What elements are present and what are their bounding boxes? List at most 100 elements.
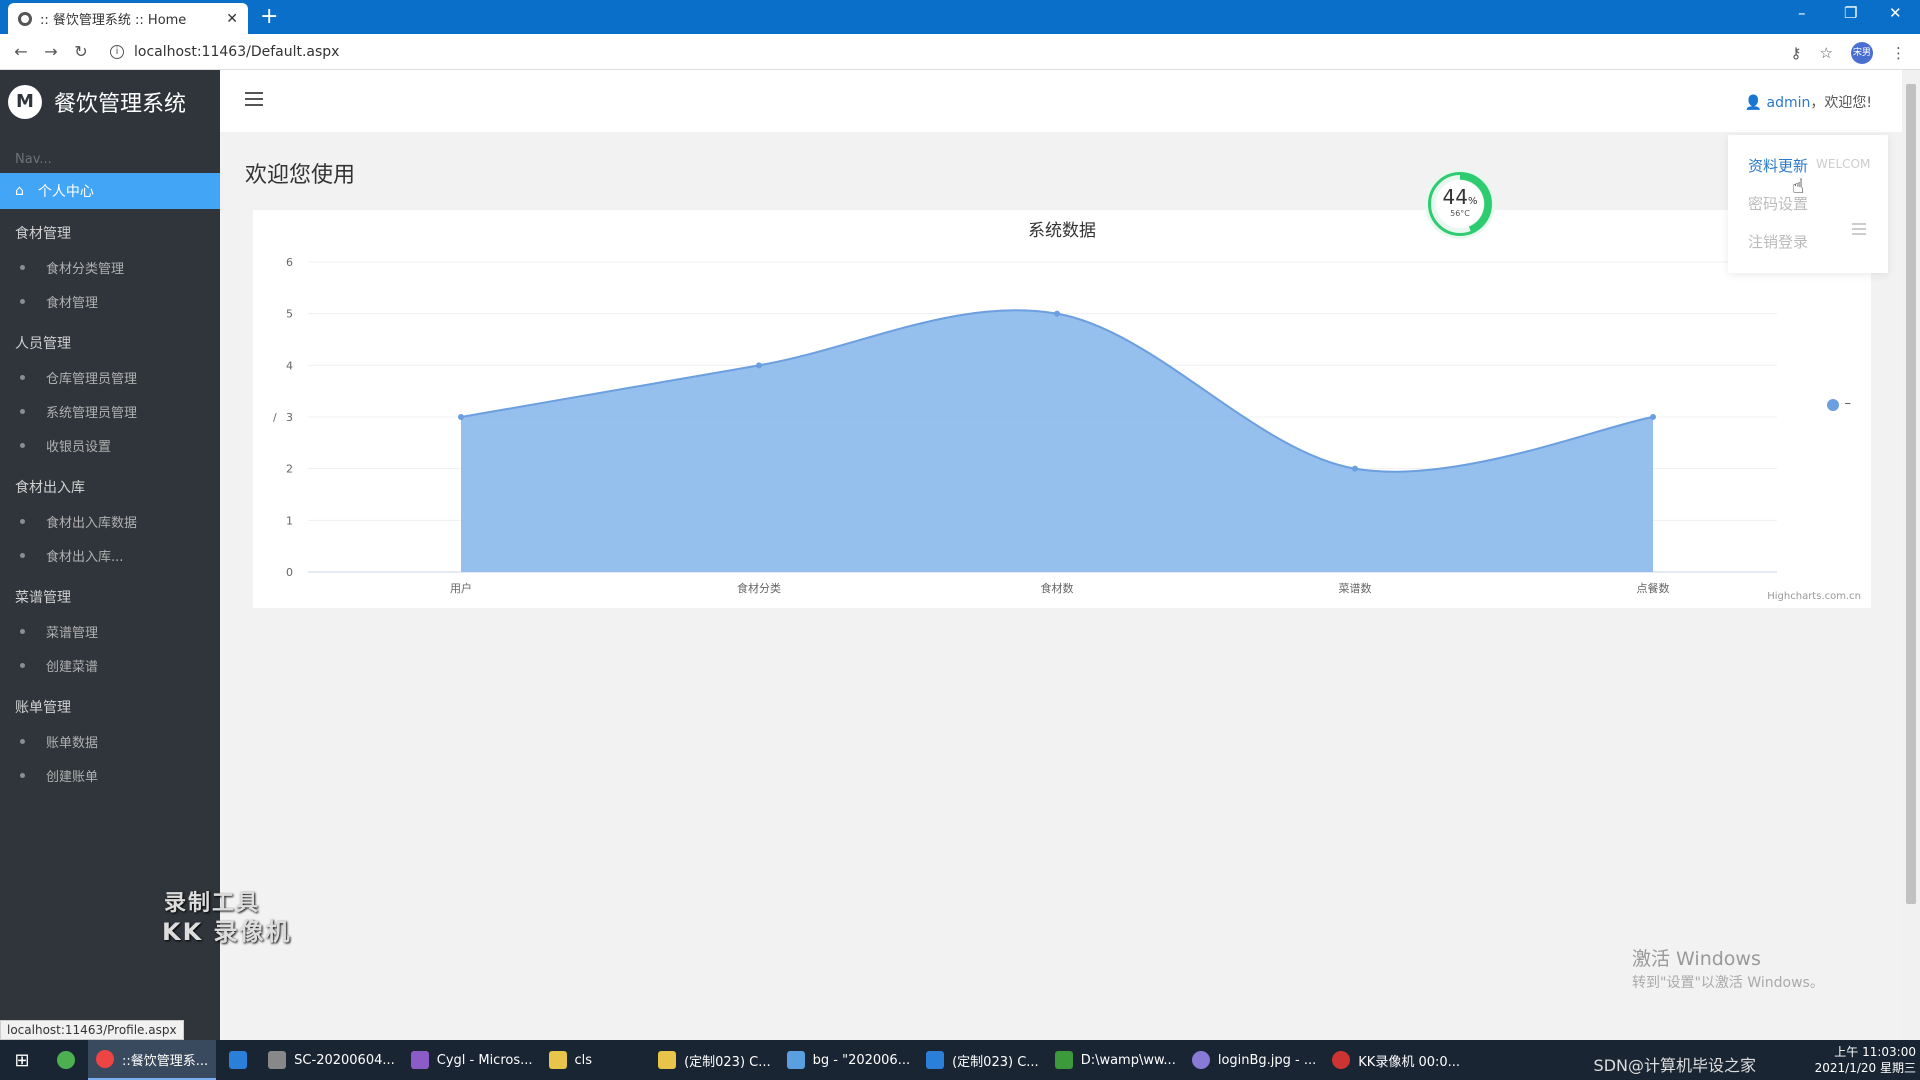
sidebar-item-profile-center[interactable]: ⌂ 个人中心 [0,173,220,209]
legend-label[interactable]: – [1845,396,1852,411]
url-text: localhost:11463/Default.aspx [134,43,340,60]
sidebar-item-ingredient-category[interactable]: 食材分类管理 [0,251,220,285]
clock-date[interactable]: 2021/1/20 星期三 [1815,1060,1916,1076]
url-field[interactable]: i localhost:11463/Default.aspx [110,44,339,60]
sidebar-item-create-bill[interactable]: 创建账单 [0,759,220,793]
sidebar-group-stock[interactable]: 食材出入库 [0,463,220,505]
x-tick-label: 食材分类 [737,581,781,595]
menu-item-profile-update[interactable]: 资料更新 [1748,155,1808,176]
brand-name: 餐饮管理系统 [54,92,187,117]
sidebar-item-recipes[interactable]: 菜谱管理 [0,615,220,649]
browser-launcher-icon[interactable] [44,1040,88,1080]
taskbar-item-loginbg[interactable]: loginBg.jpg - ... [1184,1040,1324,1080]
taskbar-item-bg[interactable]: bg - "202006... [779,1040,918,1080]
back-icon[interactable]: ← [6,42,36,61]
x-tick-label: 食材数 [1041,581,1074,595]
data-point-菜谱数 [1352,465,1358,472]
restore-icon[interactable]: ❐ [1844,4,1857,22]
taskbar-label: D:\wamp\ww... [1080,1052,1176,1068]
sidebar-item-stock-data[interactable]: 食材出入库数据 [0,505,220,539]
chart-credits[interactable]: Highcharts.com.cn [1767,591,1861,602]
sidebar-group-recipes[interactable]: 菜谱管理 [0,573,220,615]
menu-toggle-icon[interactable] [245,92,263,110]
data-point-用户 [458,414,464,420]
close-tab-icon[interactable]: ✕ [226,11,238,27]
menu-item-logout[interactable]: 注销登录 [1748,231,1808,252]
data-point-食材分类 [756,362,762,369]
scrollbar-thumb[interactable] [1906,84,1916,904]
taskbar-item-wamp[interactable]: D:\wamp\ww... [1047,1040,1184,1080]
sidebar-item-label: 食材分类管理 [46,262,125,277]
user-menu[interactable]: 👤 admin，欢迎您! [1745,92,1872,112]
key-icon[interactable]: ⚷ [1791,44,1802,62]
more-menu-icon[interactable]: ⋮ [1891,44,1906,62]
legend-marker-icon[interactable] [1827,399,1839,411]
reload-icon[interactable]: ↻ [66,42,96,61]
vscode-icon[interactable] [216,1040,260,1080]
y-tick-label: 2 [286,463,293,476]
page-scrollbar[interactable] [1902,70,1920,1040]
taskbar-item-chrome[interactable]: ::餐饮管理系... [88,1040,217,1080]
start-icon[interactable]: ⊞ [0,1040,44,1080]
file-icon [786,1051,805,1069]
sidebar-item-stock-entry[interactable]: 食材出入库... [0,539,220,573]
taskbar-item-folder[interactable]: (定制023) C... [650,1040,779,1080]
brand[interactable]: M 餐饮管理系统 [0,70,220,134]
tab-title: :: 餐饮管理系统 :: Home [40,13,187,28]
bullet-icon [20,739,25,744]
sidebar-item-warehouse-admin[interactable]: 仓库管理员管理 [0,361,220,395]
window-close-icon[interactable]: ✕ [1889,4,1902,22]
sidebar-item-ingredients[interactable]: 食材管理 [0,285,220,319]
sidebar-item-create-recipe[interactable]: 创建菜谱 [0,649,220,683]
bullet-icon [20,409,25,414]
taskbar-label: Cygl - Micros... [436,1052,533,1068]
sidebar-item-label: 系统管理员管理 [46,406,138,421]
sidebar-item-label: 食材管理 [46,296,99,311]
taskbar-label: (定制023) C... [952,1054,1039,1070]
sidebar-group-staff[interactable]: 人员管理 [0,319,220,361]
cpu-gauge: 44% 56°C [1428,172,1492,236]
bullet-icon [20,375,25,380]
taskbar-label: cls [574,1052,593,1068]
minimize-icon[interactable]: – [1798,4,1806,22]
sidebar-group-bills[interactable]: 账单管理 [0,683,220,725]
address-bar: ← → ↻ i localhost:11463/Default.aspx ⚷ ☆… [0,34,1920,70]
clock-time[interactable]: 上午 11:03:00 [1815,1044,1916,1060]
sidebar-item-label: 收银员设置 [46,440,112,455]
bullet-icon [20,773,25,778]
gauge-temp: 56°C [1450,209,1470,218]
profile-avatar[interactable]: 宋男 [1851,42,1873,64]
new-tab-button[interactable]: + [260,4,278,29]
taskbar: ⊞ ::餐饮管理系... SC-20200604... Cygl - Micro… [0,1040,1920,1080]
taskbar-item-sc[interactable]: SC-20200604... [260,1040,403,1080]
sidebar-item-cashier[interactable]: 收银员设置 [0,429,220,463]
bullet-icon [20,519,25,524]
editor-icon [926,1051,945,1069]
taskbar-item-kk[interactable]: KK录像机 00:0... [1324,1040,1468,1080]
star-icon[interactable]: ☆ [1820,44,1833,62]
bullet-icon [20,629,25,634]
taskbar-item-vs[interactable]: (定制023) C... [918,1040,1047,1080]
y-axis-label: / [273,411,277,424]
sidebar-group-ingredients[interactable]: 食材管理 [0,209,220,251]
sidebar-item-label: 个人中心 [37,184,94,200]
taskbar-item-cls[interactable]: cls [541,1040,601,1080]
y-tick-label: 4 [286,359,293,372]
browser-tab[interactable]: :: 餐饮管理系统 :: Home ✕ [8,3,248,34]
bullet-icon [20,663,25,668]
taskbar-label: KK录像机 00:0... [1358,1054,1461,1070]
nav-label: Nav... [15,152,52,167]
folder-icon [658,1051,677,1069]
sidebar-item-label: 仓库管理员管理 [46,372,138,387]
home-icon: ⌂ [15,183,24,199]
sidebar-item-bills[interactable]: 账单数据 [0,725,220,759]
x-tick-label: 用户 [450,581,472,595]
bullet-icon [20,299,25,304]
top-bar: 👤 admin，欢迎您! [220,70,1902,132]
taskbar-item-visual-studio[interactable]: Cygl - Micros... [403,1040,541,1080]
activate-windows-hint: 转到"设置"以激活 Windows。 [1632,975,1824,991]
list-icon[interactable] [1852,223,1866,238]
sidebar-item-system-admin[interactable]: 系统管理员管理 [0,395,220,429]
info-icon[interactable]: i [110,44,124,59]
forward-icon[interactable]: → [36,42,66,61]
